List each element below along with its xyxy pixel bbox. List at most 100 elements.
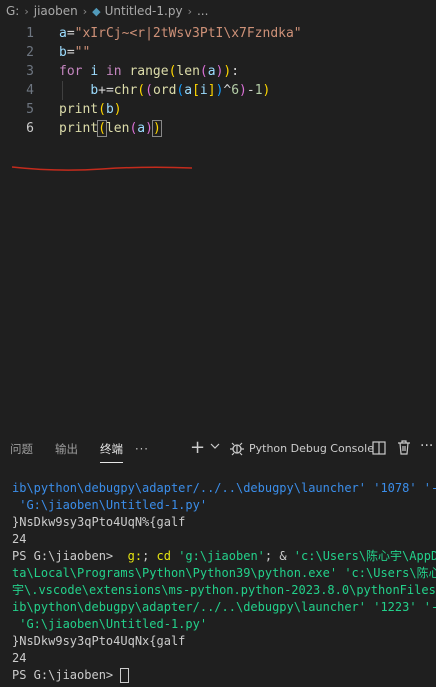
terminal-token: cd <box>156 549 171 563</box>
code-line[interactable]: 1 a="xIrCj~<r|2tWsv3PtI\x7Fzndka" <box>0 24 436 43</box>
terminal-token: ib\python\debugpy\adapter/../..\debugpy\… <box>12 481 436 495</box>
breadcrumb-folder[interactable]: jiaoben <box>34 4 78 18</box>
code-token: "xIrCj~<r|2tWsv3PtI\x7Fzndka" <box>74 26 302 41</box>
code-token: 6 <box>231 83 240 98</box>
code-token: ( <box>137 83 146 98</box>
terminal-output[interactable]: ib\python\debugpy\adapter/../..\debugpy\… <box>0 480 436 687</box>
code-token: len <box>105 121 130 136</box>
code-line[interactable]: 2 b="" <box>0 43 436 62</box>
code-line[interactable]: 6 print(len(a)) <box>0 119 436 138</box>
breadcrumb-file[interactable]: Untitled-1.py <box>105 4 183 18</box>
code-token: range <box>129 64 169 79</box>
terminal-token: }NsDkw9sy3qPto4UqNx{galf <box>12 634 186 648</box>
split-terminal-icon[interactable] <box>372 441 386 455</box>
red-underline-annotation <box>12 166 192 171</box>
code-token: ) <box>262 83 271 98</box>
code-token: ord <box>152 83 177 98</box>
terminal-token: ib\python\debugpy\adapter/../..\debugpy\… <box>12 600 436 614</box>
terminal-token: 24 <box>12 651 27 665</box>
code-token: = <box>66 26 75 41</box>
terminal-line: }NsDkw9sy3qPto4UqN%{galf <box>0 514 436 531</box>
chevron-right-icon: › <box>82 4 88 18</box>
code-token: : <box>231 64 240 79</box>
terminal-line: }NsDkw9sy3qPto4UqNx{galf <box>0 633 436 650</box>
code-token: ) <box>113 102 122 117</box>
code-token: a <box>184 83 193 98</box>
code-token: 1 <box>254 83 263 98</box>
terminal-token: 'G:\jiaoben\Untitled-1.py' <box>12 617 208 631</box>
terminal-line: 'G:\jiaoben\Untitled-1.py' <box>0 497 436 514</box>
terminal-line: 24 <box>0 531 436 548</box>
code-editor[interactable]: 1 a="xIrCj~<r|2tWsv3PtI\x7Fzndka" 2 b="" 3 fo… <box>0 24 436 429</box>
terminal-token: }NsDkw9sy3qPto4UqN%{galf <box>12 515 186 529</box>
code-token: b <box>90 83 99 98</box>
code-token: = <box>66 45 75 60</box>
code-token: a <box>207 64 216 79</box>
chevron-down-icon[interactable] <box>210 441 220 451</box>
line-number: 4 <box>26 83 34 98</box>
terminal-token: PS G:\jiaoben> <box>12 549 121 563</box>
panel-header: 问题 输出 终端 ··· + Python Debug Console ··· <box>0 436 436 463</box>
chevron-right-icon: › <box>187 4 192 18</box>
code-text: print(b) <box>59 100 122 119</box>
terminal-line: PS G:\jiaoben> g:; cd 'g:\jiaoben'; & 'c… <box>0 548 436 565</box>
code-token: i <box>90 64 99 79</box>
line-number: 5 <box>26 102 34 117</box>
terminal-selector[interactable]: Python Debug Console <box>249 442 374 455</box>
code-token: += <box>98 83 114 98</box>
terminal-token: g: <box>120 549 143 563</box>
code-token: a <box>59 26 67 41</box>
terminal-token: 24 <box>12 532 27 546</box>
code-token: - <box>246 83 255 98</box>
trash-icon[interactable] <box>397 440 411 455</box>
debug-icon <box>230 442 244 456</box>
code-token: b <box>59 45 67 60</box>
terminal-token: 'g:\jiaoben' <box>170 549 265 563</box>
terminal-token: ta\Local\Programs\Python\Python39\python… <box>12 566 436 580</box>
terminal-cursor <box>120 668 130 683</box>
code-token: in <box>105 64 122 79</box>
code-token: chr <box>113 83 138 98</box>
line-number: 6 <box>26 121 34 136</box>
more-tabs-button[interactable]: ··· <box>135 442 149 456</box>
breadcrumb: G: › jiaoben › ◆ Untitled-1.py › ... <box>0 0 436 22</box>
code-token: ( <box>199 64 208 79</box>
tab-output[interactable]: 输出 <box>55 441 78 457</box>
tab-problems[interactable]: 问题 <box>10 441 33 457</box>
text-cursor <box>160 121 162 136</box>
code-text: print(len(a)) <box>59 119 162 138</box>
terminal-line: 24 <box>0 650 436 667</box>
terminal-line: PS G:\jiaoben> <box>0 667 436 684</box>
code-token: [ <box>192 83 200 98</box>
code-token: ( <box>145 83 153 98</box>
code-token: ) <box>239 83 247 98</box>
line-number: 1 <box>26 26 34 41</box>
chevron-right-icon: › <box>24 4 29 18</box>
breadcrumb-drive[interactable]: G: <box>6 4 19 18</box>
code-line[interactable]: 5 print(b) <box>0 100 436 119</box>
code-text: b+=chr((ord(a[i])^6)-1) <box>59 81 270 100</box>
code-text: b="" <box>59 43 90 62</box>
terminal-token: ; & <box>264 549 294 563</box>
more-actions-button[interactable]: ··· <box>420 438 433 454</box>
code-text: a="xIrCj~<r|2tWsv3PtI\x7Fzndka" <box>59 24 302 43</box>
code-line[interactable]: 3 for i in range(len(a)): <box>0 62 436 81</box>
tab-terminal[interactable]: 终端 <box>100 441 123 463</box>
terminal-line: ta\Local\Programs\Python\Python39\python… <box>0 565 436 582</box>
code-token: ( <box>98 102 106 117</box>
python-file-icon: ◆ <box>92 4 101 18</box>
new-terminal-button[interactable]: + <box>190 438 205 458</box>
code-token: len <box>176 64 200 79</box>
terminal-line: ib\python\debugpy\adapter/../..\debugpy\… <box>0 480 436 497</box>
terminal-line: 'G:\jiaoben\Untitled-1.py' <box>0 616 436 633</box>
code-token: ) <box>145 121 153 136</box>
terminal-token: 宇\.vscode\extensions\ms-python.python-20… <box>12 583 436 597</box>
code-token: for <box>59 64 83 79</box>
code-token: ) <box>151 120 162 137</box>
breadcrumb-symbol[interactable]: ... <box>197 4 208 18</box>
code-token: "" <box>74 45 91 60</box>
code-line[interactable]: 4 b+=chr((ord(a[i])^6)-1) <box>0 81 436 100</box>
code-token: ( <box>97 120 107 137</box>
